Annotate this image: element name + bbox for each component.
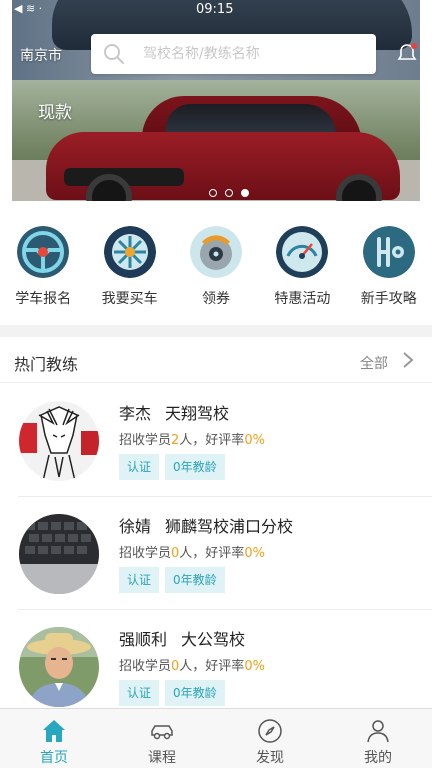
- stats-prefix: 招收学员: [119, 433, 172, 448]
- car-icon: [151, 725, 173, 740]
- coach-list-item[interactable]: 徐婧 狮麟驾校浦口分校 招收学员0人，好评率0% 认证 0年教龄: [0, 497, 432, 610]
- coach-name-line: 强顺利 大公驾校: [119, 626, 245, 650]
- rating-value: 0%: [244, 659, 265, 674]
- experience-tag: 0年教龄: [165, 680, 225, 706]
- tab-label: 我的: [364, 750, 392, 766]
- quick-item-label: 领券: [201, 291, 230, 307]
- experience-tag: 0年教龄: [165, 454, 225, 480]
- speedometer-icon: [276, 226, 329, 278]
- bottom-tab-bar: 首页 课程 发现 我的: [0, 708, 432, 768]
- stats-prefix: 招收学员: [119, 659, 172, 674]
- rating-value: 0%: [244, 433, 265, 448]
- status-time: 09:15: [196, 2, 234, 17]
- quick-item-buy-car[interactable]: 我要买车: [86, 215, 172, 315]
- coach-avatar: [19, 401, 99, 481]
- hot-coaches-header: 热门教练 全部: [0, 337, 432, 383]
- verified-tag: 认证: [119, 454, 160, 480]
- view-all-link[interactable]: 全部: [360, 353, 388, 373]
- quick-item-label: 学车报名: [15, 291, 72, 307]
- coach-stats: 招收学员2人，好评率0%: [119, 429, 265, 448]
- coach-name-line: 徐婧 狮麟驾校浦口分校: [119, 513, 293, 537]
- coach-tags: 认证 0年教龄: [119, 567, 225, 593]
- tab-home[interactable]: 首页: [0, 709, 108, 768]
- home-icon: [43, 720, 65, 742]
- section-title: 热门教练: [14, 355, 79, 374]
- coach-tags: 认证 0年教龄: [119, 454, 225, 480]
- status-signal-icon: ◀ ≋ ·: [14, 2, 43, 15]
- banner-slogan: 现款: [38, 103, 72, 123]
- coach-name: 强顺利: [119, 630, 168, 649]
- quick-item-enroll[interactable]: 学车报名: [0, 215, 86, 315]
- stats-mid: 人，好评率: [179, 546, 245, 561]
- tab-courses[interactable]: 课程: [108, 709, 216, 768]
- quick-menu: 学车报名 我要买车 领券 特惠活动 新手攻略: [0, 215, 432, 315]
- coach-school: 大公驾校: [181, 630, 246, 649]
- tab-discover[interactable]: 发现: [216, 709, 324, 768]
- quick-item-label: 我要买车: [101, 291, 158, 307]
- verified-tag: 认证: [119, 680, 160, 706]
- carousel-dot[interactable]: [225, 189, 233, 197]
- quick-item-promotions[interactable]: 特惠活动: [259, 215, 345, 315]
- tab-profile[interactable]: 我的: [324, 709, 432, 768]
- rating-value: 0%: [244, 546, 265, 561]
- chevron-right-icon[interactable]: [402, 351, 414, 369]
- quick-item-coupon[interactable]: 领券: [173, 215, 259, 315]
- coach-name: 李杰: [119, 404, 152, 423]
- coach-list-item[interactable]: 强顺利 大公驾校 招收学员0人，好评率0% 认证 0年教龄: [0, 610, 432, 723]
- banner-car-image: [46, 96, 400, 201]
- banner-carousel[interactable]: 现款: [12, 0, 420, 201]
- coach-name-line: 李杰 天翔驾校: [119, 400, 229, 424]
- notification-bell-icon[interactable]: [394, 40, 420, 66]
- coach-list-item[interactable]: 李杰 天翔驾校 招收学员2人，好评率0% 认证 0年教龄: [0, 384, 432, 497]
- gear-shift-icon: [362, 226, 415, 278]
- coach-tags: 认证 0年教龄: [119, 680, 225, 706]
- brake-disc-icon: [189, 226, 242, 278]
- coach-school: 狮麟驾校浦口分校: [165, 517, 294, 536]
- coach-school: 天翔驾校: [165, 404, 230, 423]
- coach-stats: 招收学员0人，好评率0%: [119, 655, 265, 674]
- tab-label: 首页: [40, 750, 68, 766]
- tab-label: 课程: [148, 750, 176, 766]
- search-bar[interactable]: [91, 34, 376, 74]
- city-selector[interactable]: 南京市: [20, 45, 62, 65]
- car-wheel-icon: [103, 226, 156, 278]
- search-icon: [104, 44, 124, 64]
- coach-avatar: [19, 627, 99, 707]
- stats-mid: 人，好评率: [179, 659, 245, 674]
- search-input[interactable]: [143, 34, 363, 74]
- carousel-dot-active[interactable]: [241, 189, 249, 197]
- section-divider: [0, 325, 432, 337]
- quick-item-label: 特惠活动: [274, 291, 331, 307]
- tab-label: 发现: [256, 750, 284, 766]
- verified-tag: 认证: [119, 567, 160, 593]
- stats-mid: 人，好评率: [179, 433, 245, 448]
- steering-wheel-icon: [17, 226, 70, 278]
- experience-tag: 0年教龄: [165, 567, 225, 593]
- compass-icon: [258, 719, 282, 743]
- carousel-indicator: [209, 189, 249, 197]
- quick-item-guide[interactable]: 新手攻略: [346, 215, 432, 315]
- user-icon: [367, 720, 389, 743]
- coach-stats: 招收学员0人，好评率0%: [119, 542, 265, 561]
- coach-avatar: [19, 514, 99, 594]
- coach-name: 徐婧: [119, 517, 152, 536]
- quick-item-label: 新手攻略: [360, 291, 417, 307]
- carousel-dot[interactable]: [209, 189, 217, 197]
- stats-prefix: 招收学员: [119, 546, 172, 561]
